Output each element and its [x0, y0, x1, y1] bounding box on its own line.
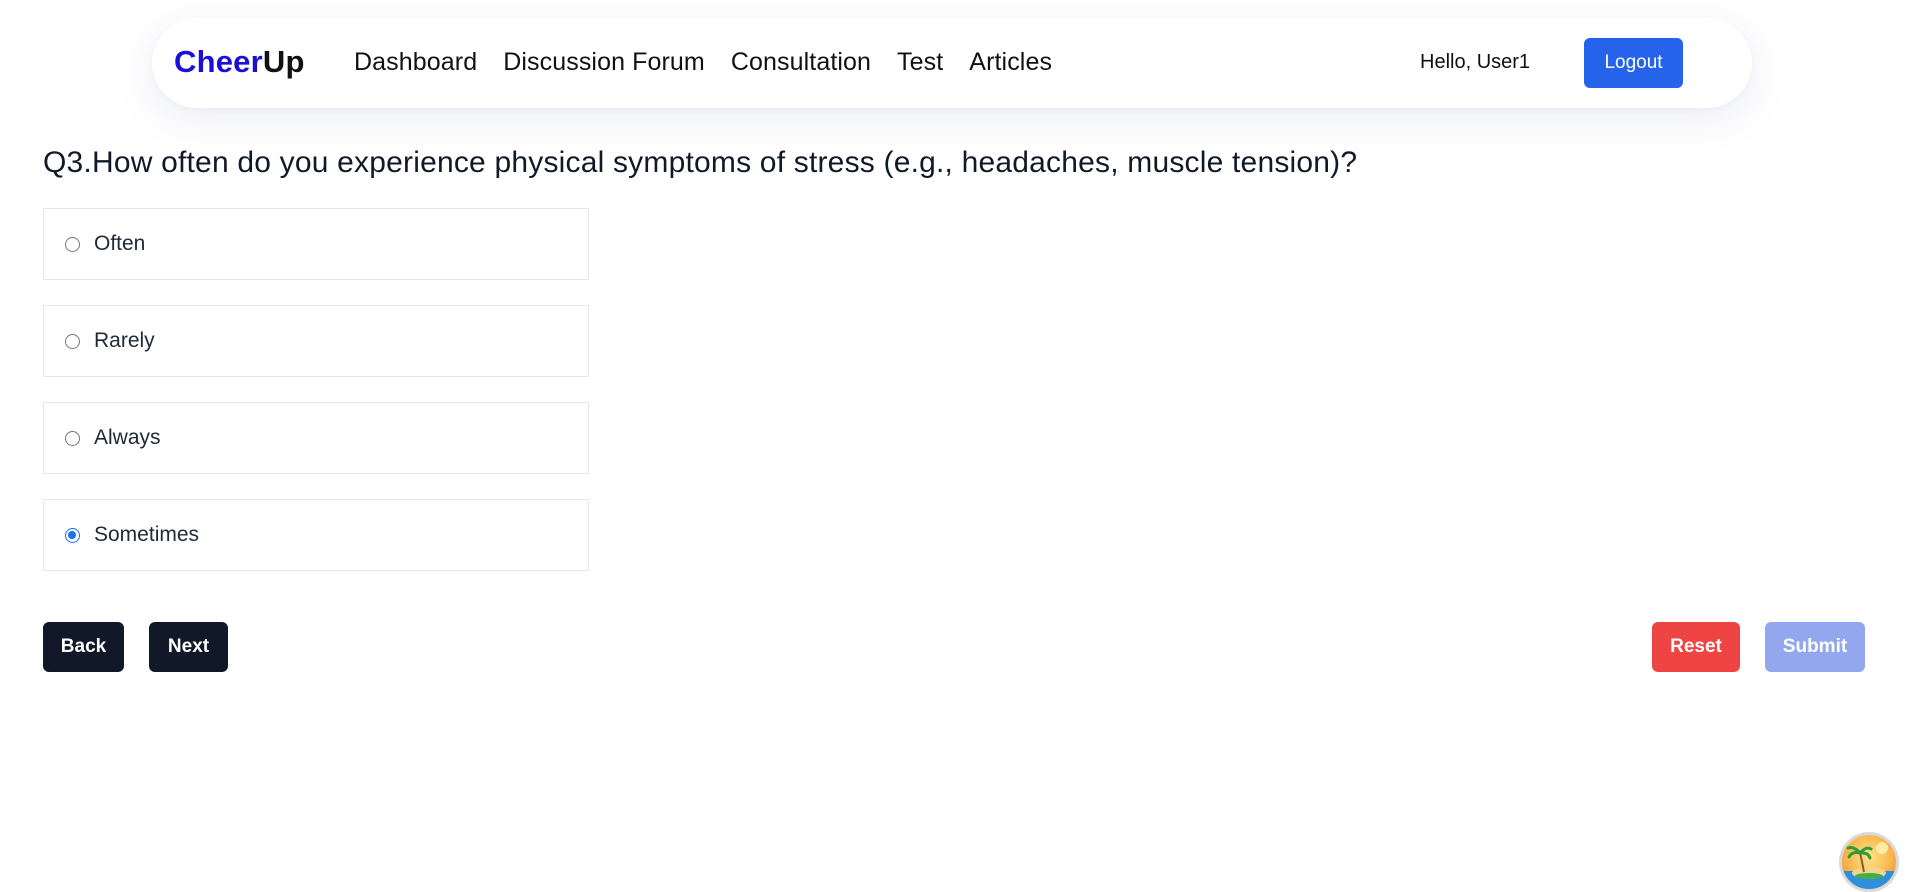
question-text: Q3.How often do you experience physical …	[43, 146, 1358, 179]
option-label: Always	[94, 426, 161, 449]
brand-logo-part-cheer: Cheer	[174, 44, 263, 79]
logout-button[interactable]: Logout	[1584, 38, 1683, 88]
submit-button[interactable]: Submit	[1765, 622, 1865, 672]
reset-button[interactable]: Reset	[1652, 622, 1740, 672]
next-button[interactable]: Next	[149, 622, 228, 672]
option-sometimes[interactable]: Sometimes	[43, 499, 589, 571]
option-label: Often	[94, 232, 146, 255]
radio-rarely[interactable]	[65, 333, 80, 349]
radio-often[interactable]	[65, 236, 80, 252]
nav-dashboard[interactable]: Dashboard	[354, 48, 477, 77]
radio-always[interactable]	[65, 430, 80, 446]
option-label: Rarely	[94, 329, 155, 352]
brand-logo[interactable]: CheerUp	[174, 44, 305, 80]
nav-links: Dashboard Discussion Forum Consultation …	[354, 48, 1078, 77]
nav-test[interactable]: Test	[897, 48, 943, 77]
brand-logo-part-up: Up	[262, 44, 305, 79]
island-avatar-icon[interactable]	[1839, 832, 1899, 892]
option-label: Sometimes	[94, 523, 200, 546]
nav-articles[interactable]: Articles	[969, 48, 1052, 77]
radio-sometimes[interactable]	[65, 527, 80, 543]
nav-discussion-forum[interactable]: Discussion Forum	[503, 48, 705, 77]
option-always[interactable]: Always	[43, 402, 589, 474]
option-rarely[interactable]: Rarely	[43, 305, 589, 377]
top-navbar: CheerUp Dashboard Discussion Forum Consu…	[152, 18, 1752, 108]
option-often[interactable]: Often	[43, 208, 589, 280]
back-button[interactable]: Back	[43, 622, 124, 672]
nav-consultation[interactable]: Consultation	[731, 48, 871, 77]
user-greeting: Hello, User1	[1420, 51, 1531, 73]
